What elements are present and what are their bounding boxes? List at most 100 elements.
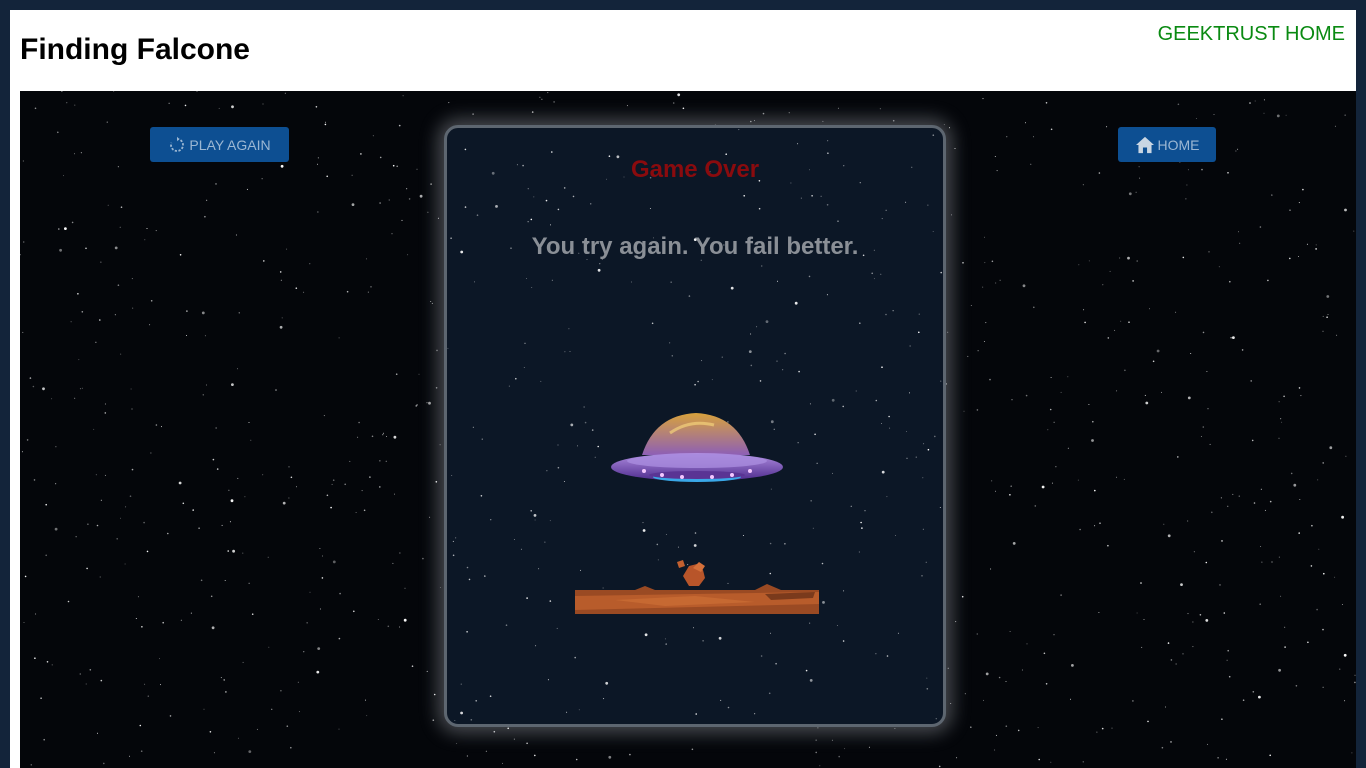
star [1136, 260, 1138, 262]
star [119, 226, 121, 228]
star [411, 665, 414, 667]
home-button[interactable]: HOME [1118, 127, 1216, 162]
star [991, 480, 993, 482]
star [695, 713, 697, 715]
star [765, 320, 769, 323]
star [1310, 565, 1313, 567]
star [788, 112, 790, 114]
star [721, 356, 723, 358]
star [1177, 103, 1180, 106]
star [879, 108, 881, 110]
star [346, 290, 349, 293]
star [339, 592, 341, 595]
star [1322, 462, 1324, 464]
star [886, 655, 889, 657]
star [1278, 401, 1280, 403]
star [275, 389, 277, 391]
star [970, 305, 972, 306]
star [826, 204, 829, 206]
star [330, 506, 332, 509]
star [430, 301, 432, 302]
star [1107, 337, 1110, 339]
star [113, 91, 115, 92]
star [915, 456, 917, 458]
star [238, 312, 240, 314]
star [1302, 188, 1304, 191]
star [1252, 691, 1255, 693]
star [1251, 439, 1254, 442]
star [248, 422, 250, 423]
star [349, 460, 351, 462]
star [756, 326, 758, 328]
geektrust-home-link[interactable]: GEEKTRUST HOME [1158, 22, 1345, 46]
star [22, 331, 24, 333]
star [1186, 184, 1188, 186]
star [820, 195, 822, 197]
star [470, 719, 473, 721]
star [1209, 443, 1211, 445]
star [161, 426, 162, 428]
star [24, 575, 27, 578]
star [923, 443, 925, 445]
star [508, 385, 510, 387]
star [495, 205, 498, 208]
star [1094, 489, 1096, 492]
star [141, 626, 143, 628]
star [70, 321, 72, 323]
star [100, 679, 103, 682]
star [962, 262, 964, 264]
star [995, 282, 997, 284]
star [1140, 582, 1142, 584]
star [546, 470, 548, 472]
star [201, 311, 205, 315]
star [46, 661, 49, 663]
star [116, 538, 118, 540]
star [701, 360, 703, 362]
star [530, 218, 533, 221]
star [1336, 334, 1338, 336]
star [386, 436, 387, 437]
star [547, 92, 549, 94]
star [167, 532, 169, 535]
star [464, 148, 467, 151]
star [452, 554, 455, 557]
star [985, 322, 987, 324]
star [284, 92, 286, 94]
star [256, 728, 258, 730]
star [1322, 686, 1324, 688]
star [665, 643, 667, 645]
star [544, 541, 546, 543]
star [905, 201, 907, 203]
ground-rocks-image [575, 560, 819, 614]
star [218, 107, 220, 109]
star [202, 394, 204, 396]
star [103, 762, 105, 765]
star [23, 622, 25, 623]
star [332, 479, 335, 482]
star [454, 720, 456, 721]
star [994, 156, 996, 157]
star [557, 208, 560, 211]
star [86, 567, 88, 570]
star [1047, 429, 1049, 431]
star [430, 183, 432, 185]
star [1182, 256, 1185, 259]
star [797, 143, 799, 145]
star [533, 196, 535, 198]
star [97, 732, 98, 734]
star [45, 554, 47, 557]
star [280, 279, 282, 281]
page-title: Finding Falcone [20, 33, 250, 66]
play-again-button[interactable]: PLAY AGAIN [150, 127, 289, 162]
star [403, 618, 407, 622]
star [1259, 226, 1262, 228]
star [1283, 395, 1285, 398]
star [1141, 646, 1143, 648]
star [556, 627, 558, 629]
star [629, 753, 631, 756]
star [927, 204, 929, 206]
star [267, 556, 269, 558]
star [776, 360, 778, 362]
star [584, 421, 587, 424]
star [1217, 757, 1219, 759]
